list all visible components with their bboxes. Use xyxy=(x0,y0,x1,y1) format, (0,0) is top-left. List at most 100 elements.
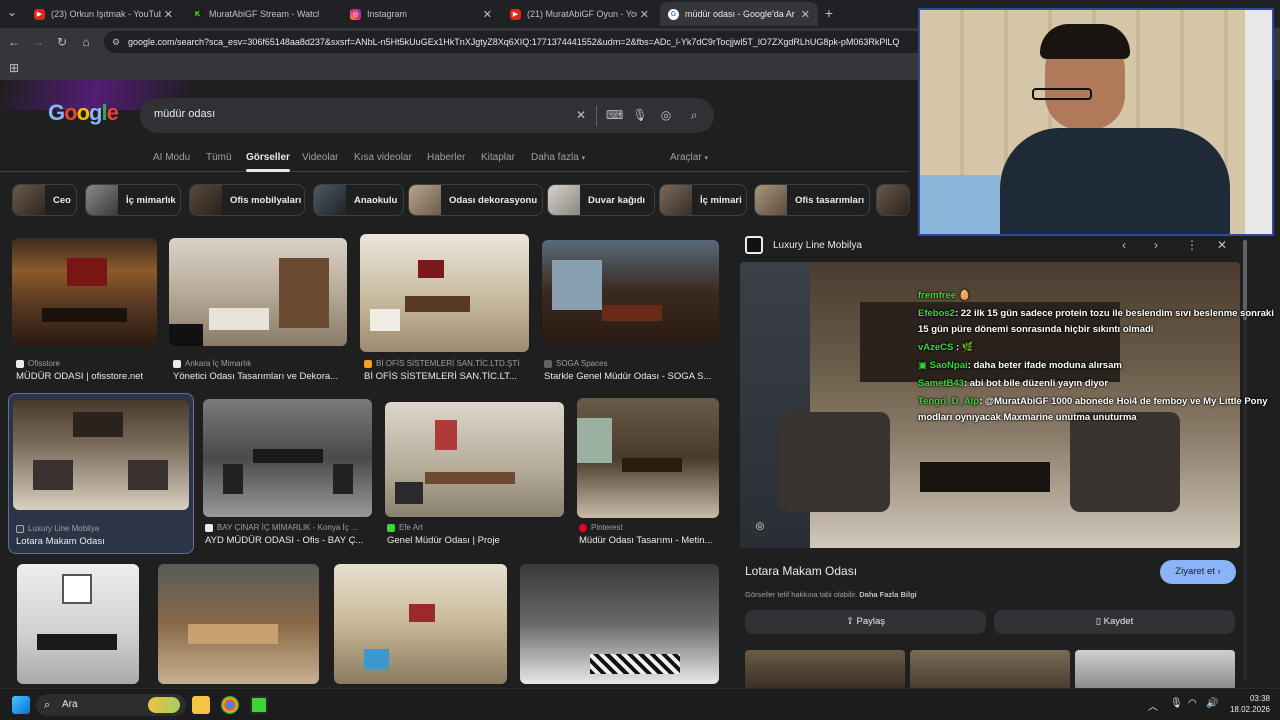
chip-ic-mimari[interactable]: İç mimari xyxy=(659,184,747,216)
reload-icon[interactable]: ↻ xyxy=(54,34,70,50)
close-tab-icon[interactable]: ✕ xyxy=(483,8,492,21)
windows-start-icon[interactable] xyxy=(12,696,30,714)
search-icon[interactable]: ⌕ xyxy=(686,107,702,123)
result-title[interactable]: Genel Müdür Odası | Proje xyxy=(387,535,564,546)
home-icon[interactable]: ⌂ xyxy=(78,34,94,50)
tab-all[interactable]: Tümü xyxy=(206,152,232,163)
microphone-icon[interactable]: 🎙 xyxy=(1170,698,1183,709)
image-result[interactable] xyxy=(334,564,507,684)
image-result[interactable] xyxy=(17,564,139,684)
result-thumbnail[interactable] xyxy=(542,240,719,343)
visit-button[interactable]: Ziyaret et › xyxy=(1160,560,1236,584)
result-thumbnail[interactable] xyxy=(360,234,529,352)
result-thumbnail[interactable] xyxy=(169,238,347,346)
result-thumbnail[interactable] xyxy=(12,238,157,346)
search-input[interactable]: müdür odası xyxy=(154,108,215,120)
file-explorer-icon[interactable] xyxy=(192,696,210,714)
image-result[interactable]: BAY ÇINAR İÇ MİMARLIK - Konya İç ... AYD… xyxy=(203,399,372,554)
result-thumbnail[interactable] xyxy=(577,398,719,518)
tab-ai-mode[interactable]: AI Modu xyxy=(153,152,190,163)
network-icon[interactable]: ◠ xyxy=(1188,698,1197,709)
site-info-icon[interactable]: ⚙ xyxy=(112,31,120,53)
address-bar[interactable]: ⚙ google.com/search?sca_esv=306f65148aa8… xyxy=(104,31,934,53)
result-title[interactable]: Müdür Odası Tasarımı - Metin... xyxy=(579,535,719,546)
chip-ofis-mobilyalari[interactable]: Ofis mobilyaları xyxy=(189,184,305,216)
tab-news[interactable]: Haberler xyxy=(427,152,465,163)
result-thumbnail[interactable] xyxy=(334,564,507,684)
image-result[interactable]: Bİ OFİS SİSTEMLERİ SAN.TİC.LTD.ŞTİ Bİ OF… xyxy=(360,234,529,388)
image-result[interactable]: Ofisstore MÜDÜR ODASI | ofisstore.net xyxy=(12,238,157,388)
result-thumbnail[interactable] xyxy=(520,564,719,684)
chip-duvar-kagidi[interactable]: Duvar kağıdı xyxy=(547,184,655,216)
close-panel-icon[interactable]: ✕ xyxy=(1217,238,1227,252)
result-thumbnail[interactable] xyxy=(13,400,189,510)
result-title[interactable]: MÜDÜR ODASI | ofisstore.net xyxy=(16,371,161,382)
result-title[interactable]: Yönetici Odası Tasarımları ve Dekora... xyxy=(173,371,347,382)
system-clock[interactable]: 03:38 18.02.2026 xyxy=(1230,693,1270,715)
taskbar-search[interactable]: ⌕ Ara xyxy=(36,694,186,716)
panel-title[interactable]: Lotara Makam Odası xyxy=(745,564,857,578)
result-title[interactable]: Lotara Makam Odası xyxy=(16,536,191,547)
image-result[interactable]: Efe Art Genel Müdür Odası | Proje xyxy=(385,402,564,554)
browser-tab-kick-stream[interactable]: K MuratAbiGF Stream - Watch Li xyxy=(184,2,342,26)
browser-tab-google-search[interactable]: G müdür odası - Google'da Ara ✕ xyxy=(660,2,818,26)
tab-more[interactable]: Daha fazla ▾ xyxy=(531,152,585,163)
tab-videos[interactable]: Videolar xyxy=(302,152,339,163)
search-box[interactable]: müdür odası ✕ ⌨ 🎙 ◎ ⌕ xyxy=(140,98,714,133)
google-logo[interactable]: Google xyxy=(48,100,119,126)
result-thumbnail[interactable] xyxy=(158,564,319,684)
related-image[interactable] xyxy=(910,650,1070,688)
image-result-selected[interactable]: Luxury Line Mobilya Lotara Makam Odası xyxy=(8,393,194,554)
lens-search-icon[interactable]: ◎ xyxy=(750,517,770,537)
tab-images[interactable]: Görseller xyxy=(246,152,290,172)
tools-button[interactable]: Araçlar ▾ xyxy=(670,152,708,163)
result-thumbnail[interactable] xyxy=(385,402,564,517)
image-result[interactable]: Ankara İç Mimarlık Yönetici Odası Tasarı… xyxy=(169,238,347,388)
microphone-icon[interactable]: 🎙 xyxy=(632,107,648,123)
clear-search-icon[interactable]: ✕ xyxy=(573,107,589,123)
chip-more[interactable] xyxy=(876,184,910,216)
close-tab-icon[interactable]: ✕ xyxy=(164,8,173,21)
related-image[interactable] xyxy=(1075,650,1235,688)
chrome-icon[interactable] xyxy=(221,696,239,714)
browser-tab-youtube-orkun[interactable]: ▶ (23) Orkun Işıtmak - YouTube ✕ xyxy=(26,2,181,26)
result-title[interactable]: AYD MÜDÜR ODASI - Ofis - BAY Ç... xyxy=(205,535,372,546)
tab-search-chevron-icon[interactable]: ⌄ xyxy=(4,4,20,20)
keyboard-icon[interactable]: ⌨ xyxy=(606,107,623,123)
tray-chevron-icon[interactable]: ︿ xyxy=(1148,698,1158,713)
previous-image-icon[interactable]: ‹ xyxy=(1122,238,1126,252)
new-tab-button[interactable]: + xyxy=(821,5,837,21)
next-image-icon[interactable]: › xyxy=(1154,238,1158,252)
volume-icon[interactable]: 🔊 xyxy=(1206,698,1218,709)
chip-ic-mimarlik[interactable]: İç mimarlık xyxy=(85,184,181,216)
apps-grid-icon[interactable]: ⊞ xyxy=(6,60,22,76)
tab-books[interactable]: Kitaplar xyxy=(481,152,515,163)
browser-tab-instagram[interactable]: ◎ Instagram ✕ xyxy=(342,2,500,26)
chip-ceo[interactable]: Ceo xyxy=(12,184,77,216)
image-result[interactable]: Pinterest Müdür Odası Tasarımı - Metin..… xyxy=(577,398,719,554)
tab-short-videos[interactable]: Kısa videolar xyxy=(354,152,412,163)
image-result[interactable] xyxy=(520,564,719,684)
learn-more-link[interactable]: Daha Fazla Bilgi xyxy=(859,590,917,599)
image-result[interactable]: SOGA Spaces Starkle Genel Müdür Odası - … xyxy=(542,240,719,388)
forward-arrow-icon[interactable]: → xyxy=(30,34,46,50)
result-thumbnail[interactable] xyxy=(17,564,139,684)
result-thumbnail[interactable] xyxy=(203,399,372,517)
image-result[interactable] xyxy=(158,564,319,684)
chip-odasi-dekorasyonu[interactable]: Odası dekorasyonu xyxy=(408,184,543,216)
share-button[interactable]: ⇪ Paylaş xyxy=(745,610,986,634)
chip-ofis-tasarimlari[interactable]: Ofis tasarımları xyxy=(754,184,870,216)
back-arrow-icon[interactable]: ← xyxy=(6,34,22,50)
close-tab-icon[interactable]: ✕ xyxy=(801,8,810,21)
kick-app-icon[interactable] xyxy=(250,696,268,714)
result-title[interactable]: Bİ OFİS SİSTEMLERİ SAN.TİC.LT... xyxy=(364,371,529,382)
browser-tab-youtube-oyun[interactable]: ▶ (21) MuratAbiGF Oyun - YouTub ✕ xyxy=(502,2,657,26)
related-image[interactable] xyxy=(745,650,905,688)
result-title[interactable]: Starkle Genel Müdür Odası - SOGA S... xyxy=(544,371,719,382)
save-button[interactable]: ▯ Kaydet xyxy=(994,610,1235,634)
more-options-icon[interactable]: ⋮ xyxy=(1186,238,1198,252)
lens-camera-icon[interactable]: ◎ xyxy=(658,107,674,123)
chip-anaokulu[interactable]: Anaokulu xyxy=(313,184,404,216)
panel-source[interactable]: Luxury Line Mobilya xyxy=(745,236,862,254)
close-tab-icon[interactable]: ✕ xyxy=(640,8,649,21)
